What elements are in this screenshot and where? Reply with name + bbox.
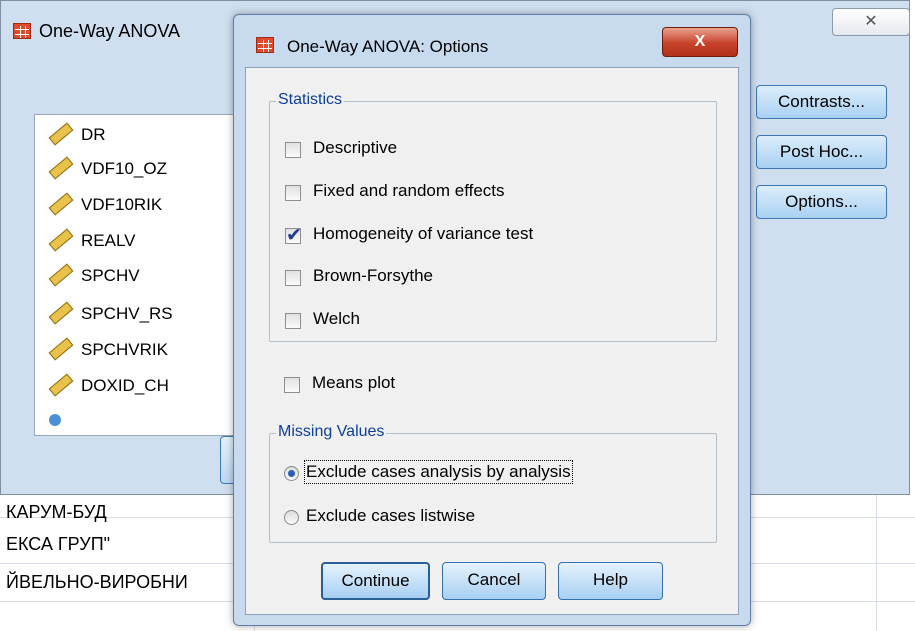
scale-variable-icon	[48, 227, 74, 252]
descriptive-label[interactable]: Descriptive	[313, 138, 397, 158]
list-item[interactable]: SPCHVRIK	[48, 336, 168, 364]
means-plot-label[interactable]: Means plot	[312, 373, 395, 393]
scale-variable-icon	[48, 372, 74, 397]
checkmark-icon: ✔	[286, 225, 302, 246]
list-item[interactable]: REALV	[48, 227, 136, 255]
help-button[interactable]: Help	[558, 562, 663, 600]
scale-variable-icon	[48, 336, 74, 361]
exclude-listwise-label[interactable]: Exclude cases listwise	[306, 506, 475, 526]
continue-button[interactable]: Continue	[321, 562, 430, 600]
variable-label: SPCHVRIK	[81, 340, 168, 359]
means-plot-checkbox[interactable]	[284, 377, 300, 393]
scale-variable-icon	[48, 155, 74, 180]
variable-label: VDF10_OZ	[81, 159, 167, 178]
parent-close-button[interactable]: ✕	[832, 8, 910, 36]
table-cell: КАРУМ-БУД	[6, 502, 107, 522]
fixed-random-effects-checkbox[interactable]	[285, 185, 301, 201]
dialog-body: Statistics Descriptive Fixed and random …	[245, 67, 739, 615]
variable-label: SPCHV_RS	[81, 304, 173, 323]
parent-dialog-title: One-Way ANOVA	[39, 21, 181, 41]
scale-variable-icon	[48, 121, 74, 146]
homogeneity-checkbox[interactable]: ✔	[285, 225, 302, 246]
statistics-legend: Statistics	[276, 91, 345, 109]
options-button[interactable]: Options...	[756, 185, 887, 219]
list-item[interactable]: DOXID_CH	[48, 372, 169, 400]
variable-label: DOXID_CH	[81, 376, 169, 395]
exclude-analysis-radio[interactable]	[284, 466, 299, 481]
list-item[interactable]: VDF10_OZ	[48, 155, 167, 183]
contrasts-button[interactable]: Contrasts...	[756, 85, 887, 119]
scale-variable-icon	[48, 262, 74, 287]
table-cell: ЕКСА ГРУП"	[6, 534, 111, 554]
list-item[interactable]: VDF10RIK	[48, 191, 163, 219]
variable-label: SPCHV	[81, 266, 140, 285]
spss-app-icon	[256, 37, 274, 53]
brown-forsythe-label[interactable]: Brown-Forsythe	[313, 266, 433, 286]
list-item[interactable]: SPCHV_RS	[48, 300, 173, 328]
missing-values-legend: Missing Values	[276, 423, 387, 441]
exclude-listwise-radio[interactable]	[284, 510, 299, 525]
statistics-group: Statistics Descriptive Fixed and random …	[269, 91, 717, 342]
options-dialog: One-Way ANOVA: Options X Statistics Desc…	[233, 14, 751, 626]
variable-label: REALV	[81, 231, 136, 250]
cancel-button[interactable]: Cancel	[442, 562, 546, 600]
welch-checkbox[interactable]	[285, 313, 301, 329]
close-button[interactable]: X	[662, 27, 738, 57]
homogeneity-label[interactable]: Homogeneity of variance test	[313, 224, 533, 244]
radio-selected-dot	[288, 470, 295, 477]
variable-icon	[49, 414, 61, 426]
spss-app-icon	[13, 23, 31, 39]
variable-label: DR	[81, 125, 106, 144]
list-item[interactable]: DR	[48, 121, 106, 149]
variable-list[interactable]: DR VDF10_OZ VDF10RIK REALV SPCHV SPCHV_R…	[34, 114, 236, 436]
scale-variable-icon	[48, 300, 74, 325]
exclude-analysis-label[interactable]: Exclude cases analysis by analysis	[304, 460, 573, 484]
post-hoc-button[interactable]: Post Hoc...	[756, 135, 887, 169]
fixed-random-effects-label[interactable]: Fixed and random effects	[313, 181, 505, 201]
descriptive-checkbox[interactable]	[285, 142, 301, 158]
missing-values-group: Missing Values Exclude cases analysis by…	[269, 423, 717, 543]
options-dialog-title: One-Way ANOVA: Options	[287, 37, 489, 56]
welch-label[interactable]: Welch	[313, 309, 360, 329]
brown-forsythe-checkbox[interactable]	[285, 270, 301, 286]
table-cell: ЙВЕЛЬНО-ВИРОБНИ	[6, 572, 188, 592]
variable-label: VDF10RIK	[81, 195, 163, 214]
scale-variable-icon	[48, 191, 74, 216]
list-item-partial[interactable]	[49, 411, 69, 427]
list-item[interactable]: SPCHV	[48, 262, 140, 290]
